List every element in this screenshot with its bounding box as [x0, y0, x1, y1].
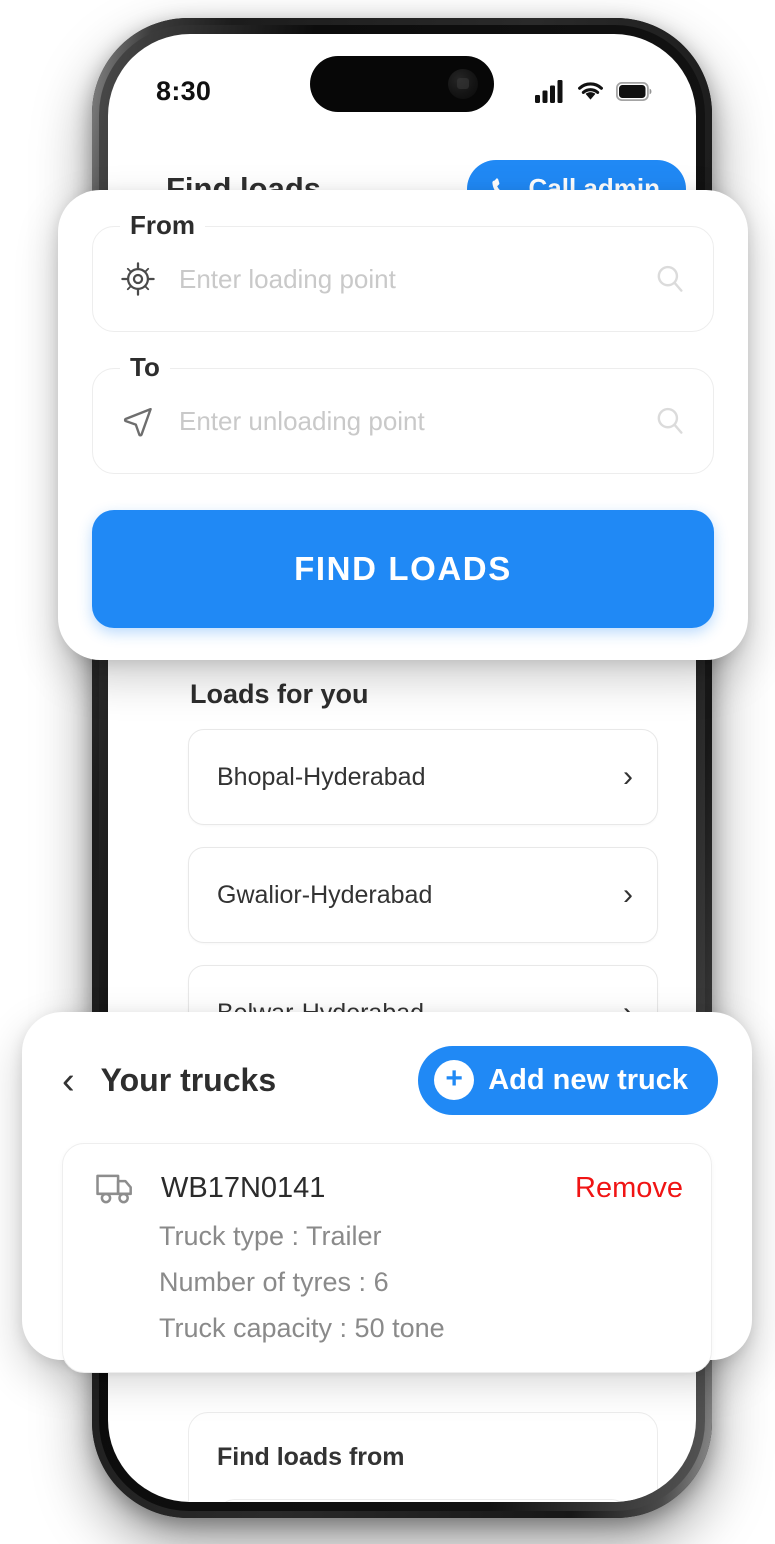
add-new-truck-button[interactable]: + Add new truck	[418, 1046, 718, 1115]
trucks-header: ‹ Your trucks + Add new truck	[62, 1046, 718, 1115]
from-input-box[interactable]: Enter loading point	[92, 226, 714, 332]
front-camera-icon	[448, 69, 478, 99]
to-input-placeholder: Enter unloading point	[179, 405, 425, 436]
load-route-label: Bhopal-Hyderabad	[217, 762, 426, 791]
truck-item-card[interactable]: WB17N0141 Remove Truck type : Trailer Nu…	[62, 1143, 712, 1373]
from-field-label: From	[120, 210, 205, 241]
chevron-right-icon: ›	[623, 878, 633, 911]
truck-icon	[95, 1170, 139, 1206]
to-input-box[interactable]: Enter unloading point	[92, 368, 714, 474]
find-loads-from-card: Find loads from	[188, 1412, 658, 1502]
load-route-label: Gwalior-Hyderabad	[217, 880, 433, 909]
status-icons	[535, 79, 652, 103]
your-trucks-panel: ‹ Your trucks + Add new truck WB17N0141	[22, 1012, 752, 1373]
to-field-label: To	[120, 352, 170, 383]
trucks-title: Your trucks	[100, 1062, 277, 1098]
loads-section-title: Loads for you	[190, 679, 369, 709]
to-field-group: To Enter unloading point	[92, 352, 714, 474]
gps-target-icon	[119, 260, 157, 298]
chevron-right-icon: ›	[623, 760, 633, 793]
from-input-placeholder: Enter loading point	[179, 263, 396, 294]
list-item[interactable]: Gwalior-Hyderabad ›	[188, 847, 658, 943]
battery-icon	[616, 81, 652, 101]
find-loads-from-title: Find loads from	[217, 1443, 405, 1471]
truck-card-header: WB17N0141 Remove	[95, 1170, 683, 1206]
truck-plate-number: WB17N0141	[161, 1171, 326, 1204]
find-loads-from-field[interactable]	[217, 1499, 629, 1502]
chevron-left-icon[interactable]: ‹	[62, 1062, 75, 1100]
search-icon[interactable]	[653, 404, 687, 438]
cellular-signal-icon	[535, 79, 563, 103]
from-field-group: From Enter loading point	[92, 210, 714, 332]
screenshot-stage: 8:30 Find loads Call admin Loads for you…	[0, 0, 775, 1544]
truck-capacity-label: Truck capacity : 50 tone	[159, 1313, 445, 1343]
status-time: 8:30	[156, 75, 212, 106]
truck-type-label: Truck type : Trailer	[159, 1221, 382, 1251]
truck-tyres-label: Number of tyres : 6	[159, 1267, 389, 1297]
navigation-arrow-icon	[119, 402, 157, 440]
search-panel: From Enter loading point To Enter unload…	[58, 190, 748, 660]
search-icon[interactable]	[653, 262, 687, 296]
remove-truck-button[interactable]: Remove	[575, 1172, 683, 1205]
find-loads-button[interactable]: FIND LOADS	[92, 510, 714, 628]
dynamic-island	[310, 56, 494, 112]
plus-circle-icon: +	[434, 1060, 475, 1100]
add-new-truck-label: Add new truck	[488, 1063, 688, 1096]
wifi-icon	[578, 82, 603, 100]
list-item[interactable]: Bhopal-Hyderabad ›	[188, 729, 658, 825]
